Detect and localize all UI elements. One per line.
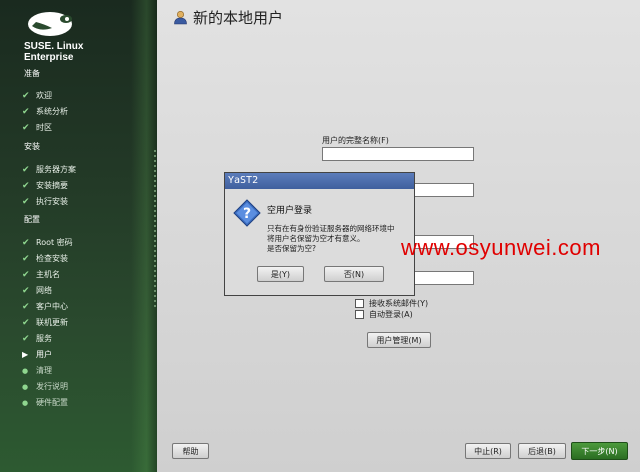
sidebar-item-root-password: ✔ Root 密码 bbox=[22, 237, 73, 248]
dialog-heading: 空用户登录 bbox=[267, 206, 313, 216]
checkmark-icon: ✔ bbox=[22, 237, 30, 248]
sidebar-item-label: 网络 bbox=[36, 286, 52, 295]
checkmark-icon: ✔ bbox=[22, 90, 30, 101]
brand-line-1: SUSE. Linux bbox=[24, 41, 84, 52]
full-name-input[interactable] bbox=[322, 147, 474, 161]
abort-button[interactable]: 中止(R) bbox=[465, 443, 511, 459]
back-button[interactable]: 后退(B) bbox=[518, 443, 566, 459]
sidebar-item-timezone: ✔ 时区 bbox=[22, 122, 52, 133]
checkmark-icon: ✔ bbox=[22, 301, 30, 312]
auto-login-label: 自动登录(A) bbox=[369, 310, 413, 319]
checkmark-icon: ✔ bbox=[22, 106, 30, 117]
dialog-message: 只有在有身份验证服务器的网络环境中 将用户名保留为空才有意义。 是否保留为空? bbox=[267, 224, 412, 254]
arrow-right-icon: ▶ bbox=[22, 350, 29, 359]
help-button[interactable]: 帮助 bbox=[172, 443, 209, 459]
auto-login-checkbox[interactable] bbox=[355, 310, 364, 319]
chameleon-icon bbox=[28, 12, 72, 36]
sidebar-item-check-install: ✔ 检查安装 bbox=[22, 253, 68, 264]
sidebar-item-install-summary: ✔ 安装摘要 bbox=[22, 180, 68, 191]
svg-text:?: ? bbox=[243, 206, 251, 222]
page-header: 新的本地用户 bbox=[173, 7, 283, 28]
sidebar-item-label: 欢迎 bbox=[36, 91, 52, 100]
bullet-icon: ● bbox=[22, 366, 29, 375]
checkmark-icon: ✔ bbox=[22, 269, 30, 280]
sidebar-item-server-scenario: ✔ 服务器方案 bbox=[22, 164, 76, 175]
section-title-install: 安装 bbox=[24, 142, 40, 151]
section-title-prepare: 准备 bbox=[24, 69, 40, 78]
dialog-titlebar[interactable]: YaST2 bbox=[225, 173, 414, 189]
sidebar-item-cleanup: ● 清理 bbox=[22, 365, 52, 376]
question-icon: ? bbox=[233, 199, 261, 229]
user-management-button[interactable]: 用户管理(M) bbox=[367, 332, 431, 348]
auto-login-row[interactable]: 自动登录(A) bbox=[355, 309, 413, 320]
sidebar-item-label: 联机更新 bbox=[36, 318, 68, 327]
checkmark-icon: ✔ bbox=[22, 122, 30, 133]
receive-mail-row[interactable]: 接收系统邮件(Y) bbox=[355, 298, 428, 309]
brand-name: SUSE. Linux Enterprise bbox=[24, 41, 83, 63]
user-icon bbox=[174, 10, 187, 25]
dialog-message-line: 是否保留为空? bbox=[267, 244, 316, 253]
checkmark-icon: ✔ bbox=[22, 253, 30, 264]
sidebar-item-label: 主机名 bbox=[36, 270, 60, 279]
sidebar-item-system-analysis: ✔ 系统分析 bbox=[22, 106, 68, 117]
sidebar-item-label: 客户中心 bbox=[36, 302, 68, 311]
sidebar-item-label: 服务器方案 bbox=[36, 165, 76, 174]
checkmark-icon: ✔ bbox=[22, 196, 30, 207]
sidebar-item-label: Root 密码 bbox=[36, 238, 73, 247]
section-title-configure: 配置 bbox=[24, 215, 40, 224]
page-title: 新的本地用户 bbox=[193, 9, 284, 27]
sidebar-item-label: 检查安装 bbox=[36, 254, 68, 263]
sidebar-item-welcome: ✔ 欢迎 bbox=[22, 90, 52, 101]
full-name-label: 用户的完整名称(F) bbox=[322, 136, 389, 145]
sidebar-item-release-notes: ● 发行说明 bbox=[22, 381, 68, 392]
sidebar-item-label: 系统分析 bbox=[36, 107, 68, 116]
sidebar-item-hostname: ✔ 主机名 bbox=[22, 269, 60, 280]
sidebar-item-label: 时区 bbox=[36, 123, 52, 132]
checkmark-icon: ✔ bbox=[22, 180, 30, 191]
watermark-text: www.osyunwei.com bbox=[401, 235, 601, 260]
sidebar-item-services: ✔ 服务 bbox=[22, 333, 52, 344]
brand-line-2: Enterprise bbox=[24, 52, 74, 63]
sidebar-item-label: 发行说明 bbox=[36, 382, 68, 391]
checkmark-icon: ✔ bbox=[22, 164, 30, 175]
checkmark-icon: ✔ bbox=[22, 317, 30, 328]
sidebar-item-perform-install: ✔ 执行安装 bbox=[22, 196, 68, 207]
sidebar-item-label: 服务 bbox=[36, 334, 52, 343]
sidebar-item-label: 用户 bbox=[36, 350, 52, 359]
receive-mail-label: 接收系统邮件(Y) bbox=[369, 299, 429, 308]
checkmark-icon: ✔ bbox=[22, 333, 30, 344]
sidebar-item-label: 清理 bbox=[36, 366, 52, 375]
checkmark-icon: ✔ bbox=[22, 285, 30, 296]
sidebar-item-online-update: ✔ 联机更新 bbox=[22, 317, 68, 328]
dialog-message-line: 只有在有身份验证服务器的网络环境中 bbox=[267, 224, 395, 233]
sidebar-item-customer-center: ✔ 客户中心 bbox=[22, 301, 68, 312]
bullet-icon: ● bbox=[22, 382, 29, 391]
dialog-no-button[interactable]: 否(N) bbox=[324, 266, 384, 282]
sidebar-item-users: ▶ 用户 bbox=[22, 349, 52, 360]
dialog-message-line: 将用户名保留为空才有意义。 bbox=[267, 234, 365, 243]
sidebar-item-label: 执行安装 bbox=[36, 197, 68, 206]
sidebar-item-label: 安装摘要 bbox=[36, 181, 68, 190]
sidebar-item-label: 硬件配置 bbox=[36, 398, 68, 407]
sidebar: SUSE. Linux Enterprise 准备 ✔ 欢迎 ✔ 系统分析 ✔ 时区 … bbox=[0, 0, 157, 472]
sidebar-dotted-line bbox=[154, 150, 156, 310]
sidebar-item-hardware-config: ● 硬件配置 bbox=[22, 397, 68, 408]
receive-mail-checkbox[interactable] bbox=[355, 299, 364, 308]
suse-logo bbox=[26, 8, 86, 38]
dialog-yes-button[interactable]: 是(Y) bbox=[257, 266, 304, 282]
empty-user-login-dialog: YaST2 ? 空用户登录 只有在有身份验证服务器的网络环境中 将用户名保留为空… bbox=[224, 172, 415, 296]
bullet-icon: ● bbox=[22, 398, 29, 407]
sidebar-item-network: ✔ 网络 bbox=[22, 285, 52, 296]
next-button[interactable]: 下一步(N) bbox=[571, 442, 628, 460]
